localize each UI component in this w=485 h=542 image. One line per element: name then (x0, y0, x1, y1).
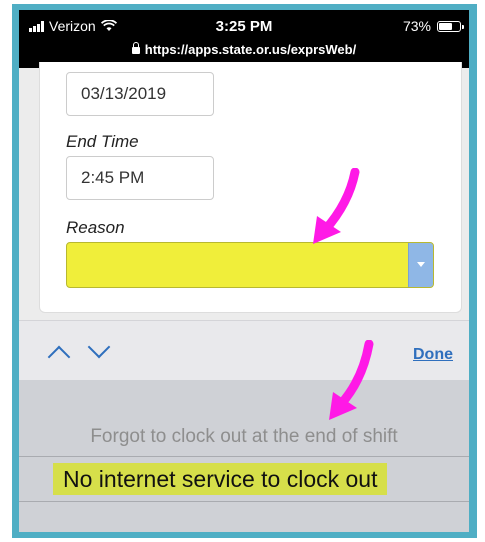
lock-icon (131, 42, 140, 54)
picker-selection-line-bottom (19, 501, 469, 502)
picker-option[interactable]: Forgot to clock out at the end of shift (19, 426, 469, 448)
form-card: 03/13/2019 End Time 2:45 PM Reason (39, 62, 462, 313)
status-bar: Verizon 3:25 PM 73% https://apps.state.o… (19, 10, 469, 68)
battery-group: 73% (402, 18, 464, 34)
end-time-field[interactable]: 2:45 PM (66, 156, 214, 200)
select-arrow-icon[interactable] (408, 243, 433, 287)
battery-icon (437, 20, 464, 32)
screenshot-frame: Verizon 3:25 PM 73% https://apps.state.o… (12, 4, 477, 538)
done-button[interactable]: Done (413, 346, 453, 364)
date-field[interactable]: 03/13/2019 (66, 72, 214, 116)
form-area: 03/13/2019 End Time 2:45 PM Reason (19, 62, 469, 320)
phone-screen: Verizon 3:25 PM 73% https://apps.state.o… (19, 10, 469, 532)
end-time-label: End Time (66, 132, 139, 151)
chevron-down-icon[interactable] (87, 335, 111, 359)
reason-picker[interactable]: Forgot to clock out at the end of shift … (19, 380, 469, 532)
picker-selection-line-top (19, 456, 469, 457)
picker-toolbar: Done (19, 320, 469, 381)
picker-option-selected[interactable]: No internet service to clock out (53, 463, 388, 495)
reason-select[interactable] (66, 242, 434, 288)
url-bar[interactable]: https://apps.state.or.us/exprsWeb/ (19, 42, 469, 57)
url-text: https://apps.state.or.us/exprsWeb/ (144, 42, 357, 57)
chevron-up-icon[interactable] (47, 345, 71, 369)
status-time: 3:25 PM (215, 18, 273, 35)
battery-percent: 73% (402, 18, 431, 34)
reason-label: Reason (66, 218, 125, 237)
